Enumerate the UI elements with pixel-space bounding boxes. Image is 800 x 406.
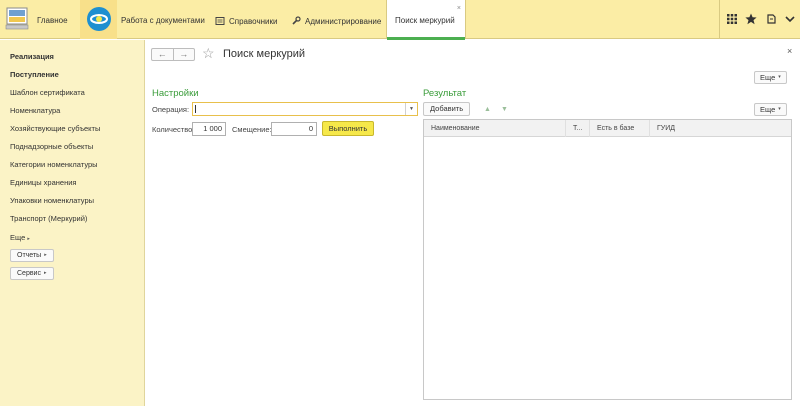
section-catalogs-label: Справочники: [229, 16, 278, 26]
sidebar-more-link[interactable]: Еще ▸: [10, 233, 30, 242]
sidebar-item-nomenclature-categories[interactable]: Категории номенклатуры: [10, 160, 98, 169]
sidebar-more-label: Еще: [10, 233, 26, 242]
tab-mercury-search-label: Поиск меркурий: [395, 16, 455, 25]
section-documents[interactable]: Работа с документами: [121, 16, 205, 25]
reports-button[interactable]: Отчеты ▸: [10, 249, 54, 262]
sidebar-item-sales[interactable]: Реализация: [10, 52, 54, 61]
tab-mercury-search[interactable]: Поиск меркурий ×: [386, 0, 466, 40]
run-button[interactable]: Выполнить: [322, 121, 374, 136]
dropdown-arrow-icon[interactable]: ▼: [405, 103, 417, 115]
service-label: Сервис: [17, 270, 41, 277]
column-name-header[interactable]: Наименование: [424, 120, 566, 137]
grid-icon[interactable]: [726, 13, 738, 25]
results-table[interactable]: Наименование Т... Есть в базе ГУИД: [423, 119, 792, 400]
history-icon[interactable]: [765, 13, 777, 25]
triangle-right-icon: ▸: [44, 252, 47, 258]
triangle-down-icon: ▾: [778, 74, 781, 80]
brand-logo-icon: [86, 6, 112, 32]
reports-label: Отчеты: [17, 252, 42, 259]
settings-group-title: Настройки: [152, 88, 199, 99]
sidebar: Реализация Поступление Шаблон сертификат…: [0, 40, 145, 406]
sidebar-item-business-entities[interactable]: Хозяйствующие субъекты: [10, 124, 100, 133]
operation-label: Операция:: [152, 105, 190, 114]
top-right-panel: [719, 0, 800, 39]
sidebar-item-nomenclature-packages[interactable]: Упаковки номенклатуры: [10, 196, 94, 205]
operation-field[interactable]: ▼: [192, 102, 418, 116]
sidebar-item-transport[interactable]: Транспорт (Меркурий): [10, 214, 87, 223]
text-caret: [195, 105, 196, 113]
form-close-icon[interactable]: ×: [787, 46, 792, 56]
chevron-down-icon[interactable]: [784, 13, 796, 25]
sidebar-item-storage-units[interactable]: Единицы хранения: [10, 178, 76, 187]
wrench-icon: [291, 16, 301, 26]
catalog-icon: [215, 16, 225, 26]
top-bar: Главное Работа с документами Справочники…: [0, 0, 800, 40]
column-guid-header[interactable]: ГУИД: [650, 120, 793, 137]
add-button[interactable]: Добавить: [423, 102, 471, 116]
table-header: Наименование Т... Есть в базе ГУИД: [424, 120, 791, 137]
triangle-right-icon: ▸: [27, 236, 30, 242]
history-nav: ← →: [151, 48, 195, 61]
section-catalogs[interactable]: Справочники: [215, 16, 277, 26]
offset-field[interactable]: 0: [271, 122, 317, 136]
offset-label: Смещение:: [232, 125, 272, 134]
quantity-label: Количество:: [152, 125, 195, 134]
form-more-label: Еще: [760, 73, 776, 82]
quantity-field[interactable]: 1 000: [192, 122, 226, 136]
move-up-icon[interactable]: ▲: [481, 104, 494, 116]
form-title: Поиск меркурий: [223, 48, 306, 60]
column-in-base-header[interactable]: Есть в базе: [590, 120, 650, 137]
triangle-right-icon: ▸: [43, 270, 47, 276]
service-button[interactable]: Сервис ▸: [10, 267, 54, 280]
home-icon[interactable]: [4, 4, 30, 34]
home-link[interactable]: Главное: [37, 16, 68, 25]
result-group-title: Результат: [423, 88, 467, 99]
form-more-button[interactable]: Еще ▾: [754, 71, 787, 84]
move-down-icon[interactable]: ▼: [498, 104, 511, 116]
back-arrow-icon[interactable]: ←: [152, 49, 174, 60]
sidebar-item-certificate-template[interactable]: Шаблон сертификата: [10, 88, 85, 97]
star-icon[interactable]: [745, 13, 757, 25]
section-documents-label: Работа с документами: [121, 16, 205, 25]
form-area: ← → ☆ Поиск меркурий × Еще ▾ Настройки О…: [146, 40, 800, 406]
section-admin[interactable]: Администрирование: [291, 16, 381, 26]
result-more-label: Еще: [760, 105, 776, 114]
triangle-down-icon: ▾: [778, 106, 781, 112]
favorite-star-icon[interactable]: ☆: [202, 45, 215, 62]
tab-close-icon[interactable]: ×: [457, 5, 461, 12]
result-more-button[interactable]: Еще ▾: [754, 103, 787, 116]
section-admin-label: Администрирование: [305, 16, 382, 26]
sidebar-item-receipt[interactable]: Поступление: [10, 70, 59, 79]
sidebar-item-nomenclature[interactable]: Номенклатура: [10, 106, 60, 115]
column-type-header[interactable]: Т...: [566, 120, 590, 137]
sidebar-item-supervised-objects[interactable]: Поднадзорные объекты: [10, 142, 93, 151]
forward-arrow-icon[interactable]: →: [174, 49, 195, 60]
